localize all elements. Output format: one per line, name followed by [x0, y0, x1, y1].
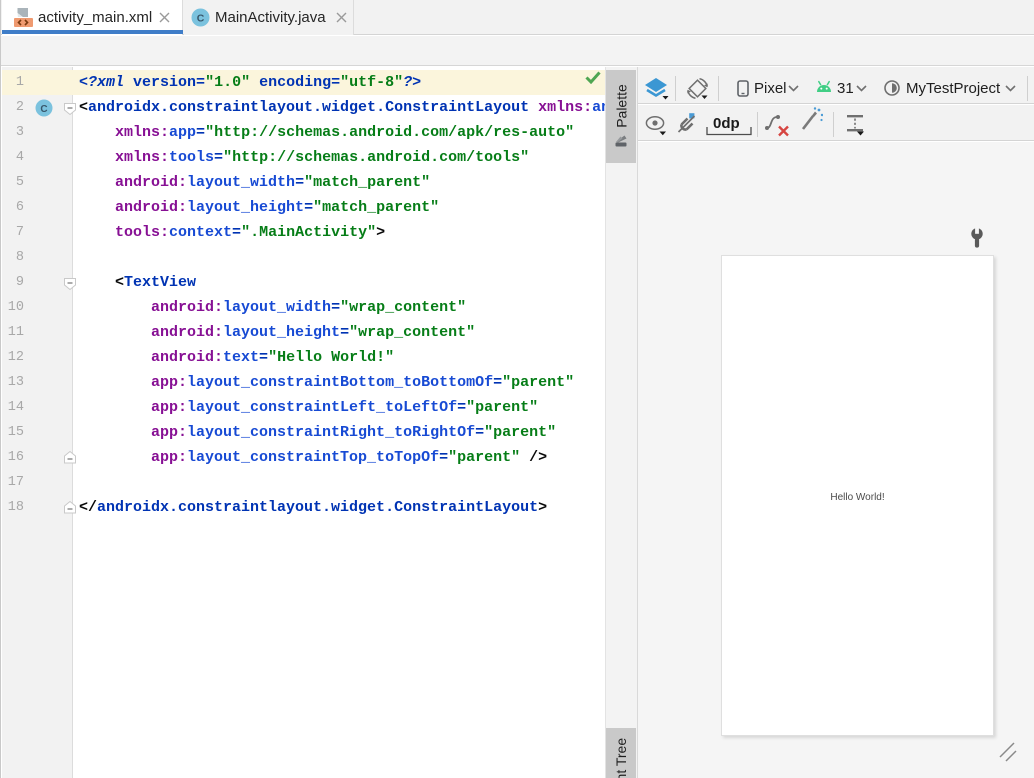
svg-text:C: C [197, 12, 205, 24]
svg-text:C: C [40, 104, 47, 115]
